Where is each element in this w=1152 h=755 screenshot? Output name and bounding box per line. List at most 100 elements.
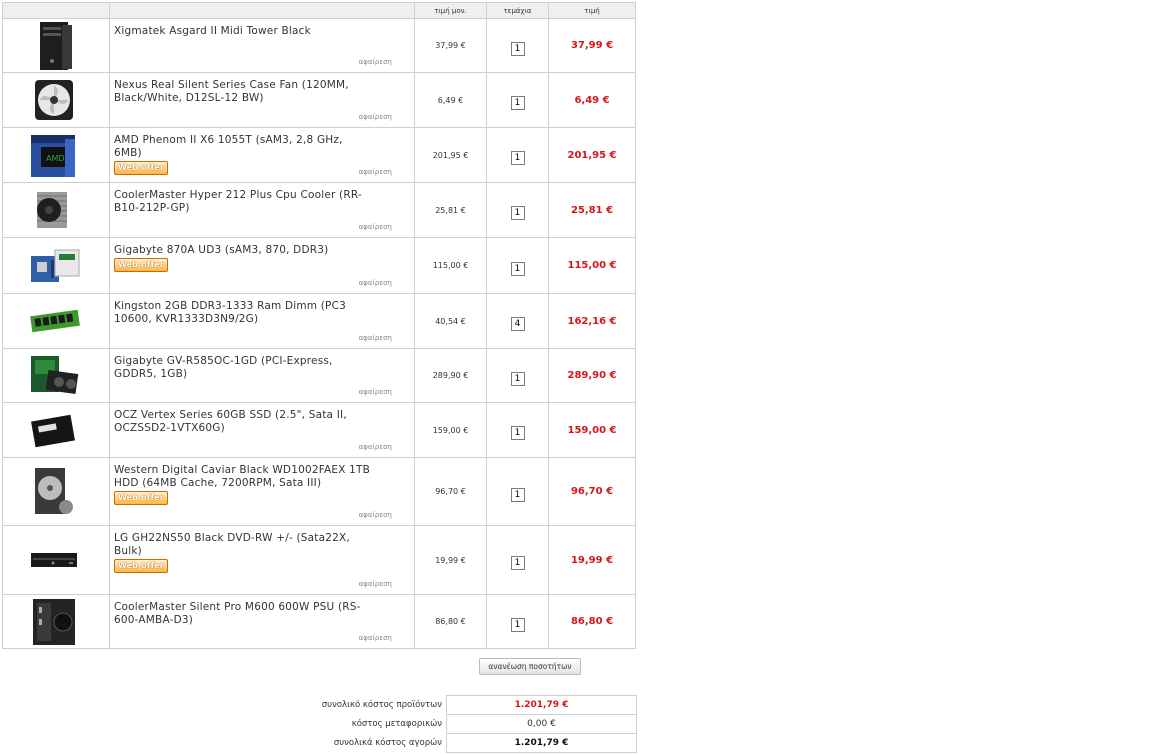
product-image-cell [2, 525, 110, 595]
products-cost-label: συνολικό κόστος προϊόντων [321, 700, 442, 710]
product-image-cell [2, 18, 110, 73]
web-offer-badge: Web offer [114, 258, 168, 272]
cart-row: Xigmatek Asgard II Midi Tower Black αφαί… [2, 18, 636, 73]
product-image-cell [2, 237, 110, 294]
quantity-cell: 4 [486, 293, 549, 349]
quantity-input[interactable]: 1 [510, 371, 525, 386]
quantity-cell: 1 [486, 525, 549, 595]
ssd-icon[interactable] [29, 412, 77, 448]
unit-price: 40,54 € [414, 293, 487, 349]
product-cell: AMD Phenom II X6 1055T (sAM3, 2,8 GHz, 6… [109, 127, 415, 183]
remove-link[interactable]: αφαίρεση [359, 113, 392, 121]
quantity-input[interactable]: 1 [510, 206, 525, 220]
product-image-cell: AMD [2, 127, 110, 183]
product-cell: Gigabyte 870A UD3 (sAM3, 870, DDR3) Web … [109, 237, 415, 294]
tower-case-icon[interactable] [29, 21, 77, 71]
product-name[interactable]: CoolerMaster Hyper 212 Plus Cpu Cooler (… [114, 189, 374, 215]
line-price: 201,95 € [548, 127, 636, 183]
quantity-input[interactable]: 1 [510, 617, 525, 632]
product-cell: Gigabyte GV-R585OC-1GD (PCI-Express, GDD… [109, 348, 415, 403]
quantity-input[interactable]: 1 [510, 151, 525, 165]
quantity-input[interactable]: 1 [510, 261, 525, 276]
quantity-cell: 1 [486, 182, 549, 238]
remove-link[interactable]: αφαίρεση [359, 334, 392, 342]
product-name[interactable]: Nexus Real Silent Series Case Fan (120MM… [114, 79, 374, 105]
product-image-cell [2, 72, 110, 128]
graphics-card-icon[interactable] [29, 354, 79, 398]
cart-header-row: τιμή μον. τεμάχια τιμή [2, 2, 636, 19]
remove-link[interactable]: αφαίρεση [359, 511, 392, 519]
remove-link[interactable]: αφαίρεση [359, 58, 392, 66]
cart-row: Western Digital Caviar Black WD1002FAEX … [2, 457, 636, 526]
quantity-cell: 1 [486, 457, 549, 526]
quantity-cell: 1 [486, 127, 549, 183]
cart-row: AMD AMD Phenom II X6 1055T (sAM3, 2,8 GH… [2, 127, 636, 183]
remove-link[interactable]: αφαίρεση [359, 443, 392, 451]
header-unit-price: τιμή μον. [414, 2, 487, 19]
cpu-box-icon[interactable]: AMD [29, 131, 79, 179]
product-name[interactable]: Xigmatek Asgard II Midi Tower Black [114, 25, 374, 38]
unit-price: 159,00 € [414, 402, 487, 458]
unit-price: 115,00 € [414, 237, 487, 294]
quantity-input[interactable]: 1 [510, 556, 525, 570]
cart-row: CoolerMaster Silent Pro M600 600W PSU (R… [2, 594, 636, 649]
remove-link[interactable]: αφαίρεση [359, 634, 392, 642]
product-image-cell [2, 348, 110, 403]
unit-price: 19,99 € [414, 525, 487, 595]
quantity-input[interactable]: 1 [510, 487, 525, 502]
motherboard-icon[interactable] [29, 246, 81, 286]
product-cell: CoolerMaster Silent Pro M600 600W PSU (R… [109, 594, 415, 649]
product-name[interactable]: Western Digital Caviar Black WD1002FAEX … [114, 464, 374, 490]
ram-module-icon[interactable] [29, 307, 81, 335]
product-cell: Western Digital Caviar Black WD1002FAEX … [109, 457, 415, 526]
product-name[interactable]: OCZ Vertex Series 60GB SSD (2.5", Sata I… [114, 409, 374, 435]
unit-price: 201,95 € [414, 127, 487, 183]
case-fan-icon[interactable] [29, 79, 77, 121]
remove-link[interactable]: αφαίρεση [359, 580, 392, 588]
product-image-cell [2, 402, 110, 458]
remove-link[interactable]: αφαίρεση [359, 388, 392, 396]
quantity-input[interactable]: 4 [510, 317, 525, 331]
quantity-input[interactable]: 1 [510, 426, 525, 440]
remove-link[interactable]: αφαίρεση [359, 279, 392, 287]
line-price: 6,49 € [548, 72, 636, 128]
product-name[interactable]: Kingston 2GB DDR3-1333 Ram Dimm (PC3 106… [114, 300, 374, 326]
remove-link[interactable]: αφαίρεση [359, 168, 392, 176]
cart-row: Nexus Real Silent Series Case Fan (120MM… [2, 72, 636, 128]
remove-link[interactable]: αφαίρεση [359, 223, 392, 231]
svg-text:AMD: AMD [46, 154, 65, 163]
hard-drive-icon[interactable] [29, 466, 75, 518]
update-quantities-button[interactable]: ανανέωση ποσοτήτων [479, 658, 581, 675]
product-cell: LG GH22NS50 Black DVD-RW +/- (Sata22X, B… [109, 525, 415, 595]
product-image-cell [2, 182, 110, 238]
product-name[interactable]: CoolerMaster Silent Pro M600 600W PSU (R… [114, 601, 374, 627]
line-price: 289,90 € [548, 348, 636, 403]
cart-row: Kingston 2GB DDR3-1333 Ram Dimm (PC3 106… [2, 293, 636, 349]
web-offer-badge: Web offer [114, 161, 168, 175]
line-price: 115,00 € [548, 237, 636, 294]
shipping-cost-value: 0,00 € [446, 714, 637, 734]
quantity-cell: 1 [486, 348, 549, 403]
line-price: 19,99 € [548, 525, 636, 595]
dvd-drive-icon[interactable] [29, 550, 79, 570]
quantity-cell: 1 [486, 18, 549, 73]
quantity-input[interactable]: 1 [510, 41, 525, 56]
product-name[interactable]: Gigabyte 870A UD3 (sAM3, 870, DDR3) [114, 244, 374, 257]
line-price: 37,99 € [548, 18, 636, 73]
product-name[interactable]: AMD Phenom II X6 1055T (sAM3, 2,8 GHz, 6… [114, 134, 374, 160]
line-price: 162,16 € [548, 293, 636, 349]
product-name-block: Western Digital Caviar Black WD1002FAEX … [114, 464, 374, 505]
product-cell: Xigmatek Asgard II Midi Tower Black αφαί… [109, 18, 415, 73]
quantity-input[interactable]: 1 [510, 96, 525, 110]
product-cell: Nexus Real Silent Series Case Fan (120MM… [109, 72, 415, 128]
product-name[interactable]: LG GH22NS50 Black DVD-RW +/- (Sata22X, B… [114, 532, 374, 558]
line-price: 86,80 € [548, 594, 636, 649]
power-supply-icon[interactable] [29, 597, 79, 647]
unit-price: 96,70 € [414, 457, 487, 526]
product-name-block: LG GH22NS50 Black DVD-RW +/- (Sata22X, B… [114, 532, 374, 573]
cart-table: τιμή μον. τεμάχια τιμή Xigmatek Asgard I… [2, 2, 636, 649]
cpu-cooler-icon[interactable] [29, 188, 75, 232]
product-name[interactable]: Gigabyte GV-R585OC-1GD (PCI-Express, GDD… [114, 355, 374, 381]
product-name-block: Gigabyte 870A UD3 (sAM3, 870, DDR3) Web … [114, 244, 374, 272]
header-image [2, 2, 110, 19]
